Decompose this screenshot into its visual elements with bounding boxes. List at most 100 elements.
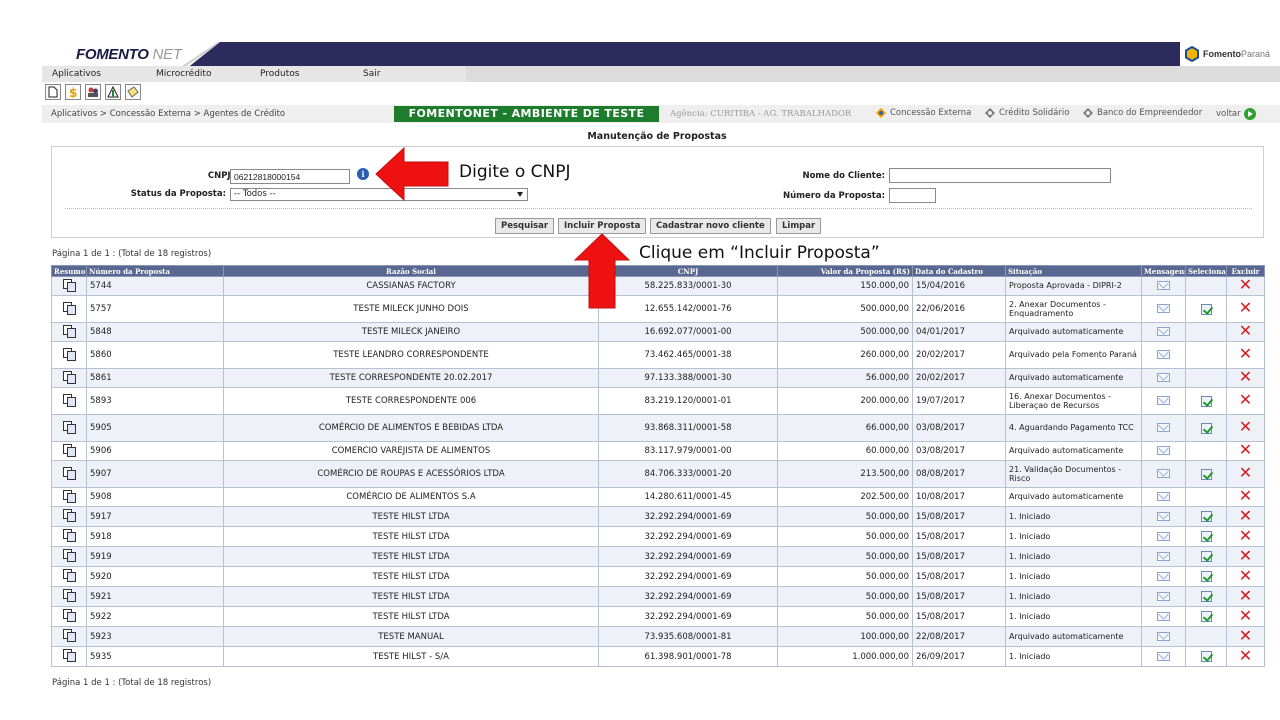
- envelope-icon[interactable]: [1157, 492, 1170, 501]
- new-client-button[interactable]: Cadastrar novo cliente: [650, 218, 771, 234]
- new-document-icon[interactable]: [45, 84, 61, 100]
- select-check-icon[interactable]: [1200, 303, 1212, 315]
- summary-icon[interactable]: [63, 509, 76, 522]
- select-check-icon[interactable]: [1200, 422, 1212, 434]
- summary-icon[interactable]: [63, 393, 76, 407]
- envelope-icon[interactable]: [1157, 281, 1170, 290]
- col-numero[interactable]: Número da Proposta: [86, 265, 224, 277]
- razao-social-cell: TESTE MILECK JUNHO DOIS: [223, 295, 599, 323]
- delete-x-icon[interactable]: ✕: [1239, 588, 1252, 605]
- envelope-icon[interactable]: [1157, 551, 1170, 561]
- delete-x-icon[interactable]: ✕: [1239, 628, 1252, 645]
- delete-x-icon[interactable]: ✕: [1239, 648, 1252, 665]
- delete-x-icon[interactable]: ✕: [1239, 489, 1252, 506]
- razao-social-cell: TESTE HILST - S/A: [223, 646, 599, 667]
- select-check-icon[interactable]: [1200, 531, 1212, 542]
- envelope-icon[interactable]: [1157, 651, 1170, 661]
- table-header: Resumo Número da Proposta Razão Social C…: [51, 265, 1265, 277]
- summary-icon[interactable]: [63, 529, 76, 542]
- delete-x-icon[interactable]: ✕: [1239, 370, 1252, 387]
- note-icon[interactable]: [125, 84, 141, 100]
- summary-icon[interactable]: [63, 589, 76, 602]
- delete-x-icon[interactable]: ✕: [1239, 417, 1252, 436]
- envelope-icon[interactable]: [1157, 511, 1170, 521]
- envelope-icon[interactable]: [1157, 446, 1170, 455]
- menu-produtos[interactable]: Produtos: [260, 69, 299, 79]
- select-check-icon[interactable]: [1200, 551, 1212, 562]
- select-check-icon[interactable]: [1200, 611, 1212, 622]
- select-check-icon[interactable]: [1200, 395, 1212, 407]
- envelope-icon[interactable]: [1157, 327, 1170, 336]
- delete-x-icon[interactable]: ✕: [1239, 298, 1252, 317]
- summary-icon[interactable]: [63, 489, 76, 503]
- proposal-number-input[interactable]: [889, 188, 936, 203]
- envelope-icon[interactable]: [1157, 531, 1170, 541]
- menu-aplicativos[interactable]: Aplicativos: [52, 69, 101, 79]
- mensagens-cell: [1141, 586, 1186, 607]
- delete-x-icon[interactable]: ✕: [1239, 528, 1252, 545]
- mensagens-cell: [1141, 546, 1186, 567]
- menu-sair[interactable]: Sair: [363, 69, 380, 79]
- people-icon[interactable]: [85, 84, 101, 100]
- clear-button[interactable]: Limpar: [776, 218, 822, 234]
- envelope-icon[interactable]: [1157, 611, 1170, 621]
- envelope-icon[interactable]: [1157, 591, 1170, 601]
- col-resumo[interactable]: Resumo: [51, 265, 87, 277]
- alert-icon[interactable]: [105, 84, 121, 100]
- col-valor[interactable]: Valor da Proposta (R$): [777, 265, 913, 277]
- select-check-icon[interactable]: [1200, 571, 1212, 582]
- delete-x-icon[interactable]: ✕: [1239, 443, 1252, 460]
- envelope-icon[interactable]: [1157, 373, 1170, 382]
- excluir-cell: ✕: [1226, 295, 1265, 323]
- col-situacao[interactable]: Situação: [1005, 265, 1142, 277]
- search-button[interactable]: Pesquisar: [495, 218, 555, 234]
- col-razao-social[interactable]: Razão Social: [223, 265, 599, 277]
- summary-icon[interactable]: [63, 278, 76, 292]
- summary-icon[interactable]: [63, 370, 76, 384]
- envelope-icon[interactable]: [1157, 571, 1170, 581]
- select-check-icon[interactable]: [1200, 651, 1212, 662]
- select-check-icon[interactable]: [1200, 468, 1212, 480]
- client-name-input[interactable]: [889, 168, 1111, 183]
- info-icon[interactable]: i: [357, 168, 369, 180]
- money-icon[interactable]: $: [65, 84, 81, 100]
- delete-x-icon[interactable]: ✕: [1239, 463, 1252, 482]
- col-data[interactable]: Data do Cadastro: [912, 265, 1006, 277]
- voltar-link[interactable]: voltar: [1216, 108, 1256, 120]
- delete-x-icon[interactable]: ✕: [1239, 390, 1252, 409]
- envelope-icon[interactable]: [1157, 304, 1170, 313]
- selecionar-cell: [1185, 526, 1227, 547]
- summary-icon[interactable]: [63, 629, 76, 642]
- select-check-icon[interactable]: [1200, 591, 1212, 602]
- quick-link-banco-empreendedor[interactable]: Banco do Empreendedor: [1083, 108, 1202, 118]
- summary-icon[interactable]: [63, 347, 76, 361]
- cnpj-cell: 32.292.294/0001-69: [598, 566, 778, 587]
- envelope-icon[interactable]: [1157, 469, 1170, 478]
- summary-icon[interactable]: [63, 569, 76, 582]
- select-check-icon[interactable]: [1200, 511, 1212, 522]
- delete-x-icon[interactable]: ✕: [1239, 508, 1252, 525]
- delete-x-icon[interactable]: ✕: [1239, 344, 1252, 363]
- summary-icon[interactable]: [63, 420, 76, 434]
- quick-link-concessao[interactable]: Concessão Externa: [876, 108, 971, 118]
- delete-x-icon[interactable]: ✕: [1239, 608, 1252, 625]
- envelope-icon[interactable]: [1157, 423, 1170, 432]
- quick-link-credito-solidario[interactable]: Crédito Solidário: [985, 108, 1069, 118]
- menu-microcredito[interactable]: Microcrédito: [156, 69, 211, 79]
- summary-icon[interactable]: [63, 609, 76, 622]
- summary-icon[interactable]: [63, 324, 76, 338]
- summary-icon[interactable]: [63, 466, 76, 480]
- envelope-icon[interactable]: [1157, 350, 1170, 359]
- delete-x-icon[interactable]: ✕: [1239, 278, 1252, 295]
- summary-icon[interactable]: [63, 549, 76, 562]
- delete-x-icon[interactable]: ✕: [1239, 568, 1252, 585]
- cnpj-input[interactable]: [230, 169, 350, 184]
- envelope-icon[interactable]: [1157, 396, 1170, 405]
- delete-x-icon[interactable]: ✕: [1239, 324, 1252, 341]
- proposal-number-cell: 5935: [86, 646, 224, 667]
- summary-icon[interactable]: [63, 443, 76, 457]
- summary-icon[interactable]: [63, 649, 76, 662]
- summary-icon[interactable]: [63, 301, 76, 315]
- delete-x-icon[interactable]: ✕: [1239, 548, 1252, 565]
- envelope-icon[interactable]: [1157, 631, 1170, 641]
